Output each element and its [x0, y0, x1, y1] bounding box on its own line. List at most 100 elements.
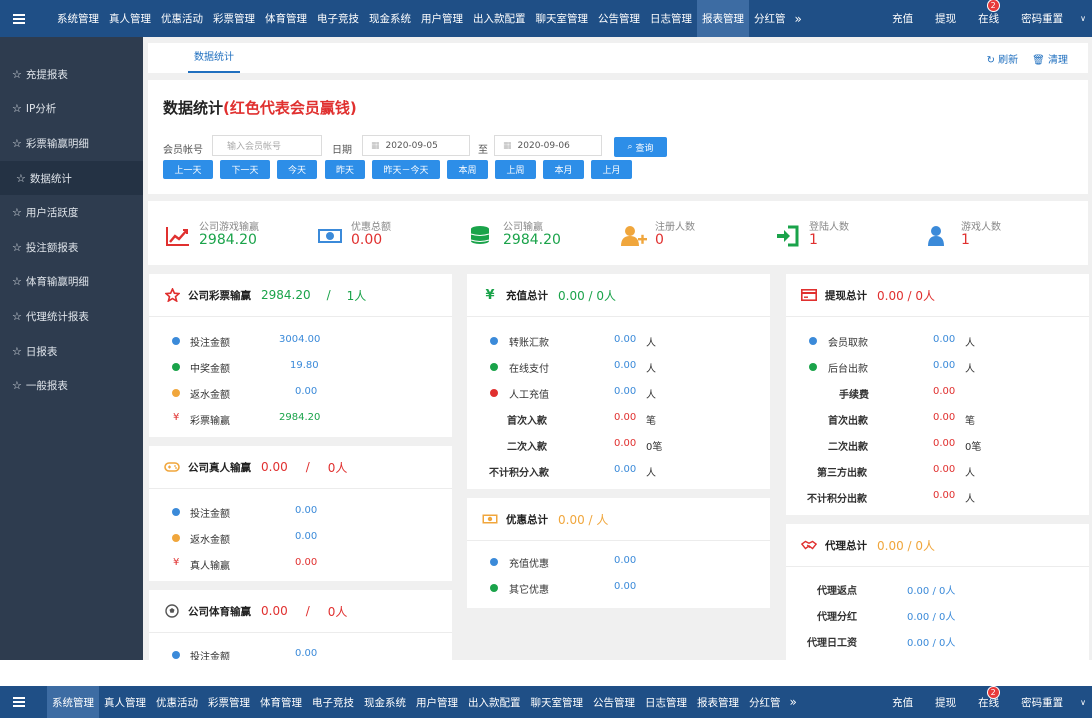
card-title: 充值总计: [506, 289, 548, 302]
credit-card-icon: [801, 288, 817, 302]
yesterday-button[interactable]: 昨天: [325, 160, 365, 179]
next-day-button[interactable]: 下一天: [220, 160, 270, 179]
nav-item-lottery[interactable]: 彩票管理: [203, 686, 255, 718]
list-item: 二次入款 0.00 0笔: [507, 438, 663, 453]
star-icon: ☆: [12, 136, 22, 150]
sign-in-icon: [777, 225, 799, 247]
date-to-input[interactable]: ▦ 2020-09-06: [494, 135, 602, 156]
user-add-icon: [621, 226, 647, 246]
stat-value: 0: [655, 232, 664, 248]
this-week-button[interactable]: 本周: [447, 160, 488, 179]
sidebar-item-agent-report[interactable]: ☆ 代理统计报表: [0, 299, 143, 334]
sidebar-item-daily-report[interactable]: ☆ 日报表: [0, 334, 143, 369]
cash-icon: [318, 229, 342, 243]
promo-card: 优惠总计 0.00 / 人 充值优惠 0.00 其它优惠 0.00: [467, 498, 770, 608]
nav-item-logs[interactable]: 日志管理: [645, 0, 697, 37]
nav-item-promo[interactable]: 优惠活动: [156, 0, 208, 37]
yesterday-today-button[interactable]: 昨天－今天: [372, 160, 440, 179]
nav-item-sports[interactable]: 体育管理: [260, 0, 312, 37]
nav-item-users[interactable]: 用户管理: [411, 686, 463, 718]
sidebar-item-label: 充提报表: [25, 68, 68, 81]
hamburger-icon: [13, 13, 25, 24]
withdraw-card: 提现总计 0.00 / 0人 会员取款 0.00 人 后台出款 0.00 人 手续费 0.…: [786, 274, 1089, 515]
dot-icon: [172, 389, 180, 397]
nav-item-users[interactable]: 用户管理: [416, 0, 468, 37]
star-icon: ☆: [12, 67, 22, 81]
card-people: 0人: [327, 460, 348, 475]
tab-statistics[interactable]: 数据统计: [188, 43, 240, 73]
refresh-icon: ↻: [986, 54, 999, 66]
nav-item-promo[interactable]: 优惠活动: [151, 686, 203, 718]
menu-toggle-button[interactable]: [0, 0, 38, 37]
sidebar-item-recharge-report[interactable]: ☆ 充提报表: [0, 57, 143, 92]
stat-value: 0.00: [351, 232, 383, 248]
this-month-button[interactable]: 本月: [543, 160, 584, 179]
nav-item-live[interactable]: 真人管理: [104, 0, 156, 37]
sports-card: 公司体育输赢 0.00 / 0人 投注金额 0.00: [149, 590, 452, 660]
list-item: 第三方出款 0.00 人: [817, 464, 975, 479]
withdraw-link[interactable]: 提现: [924, 686, 967, 718]
sidebar-item-label: 日报表: [25, 345, 58, 358]
list-item: 在线支付 0.00 人: [467, 354, 770, 380]
stat-value: 1: [809, 232, 818, 248]
sidebar-item-statistics[interactable]: ☆ 数据统计: [0, 160, 143, 196]
nav-item-cash[interactable]: 现金系统: [359, 686, 411, 718]
recharge-link[interactable]: 充值: [881, 686, 924, 718]
nav-more-icon[interactable]: »: [786, 686, 801, 718]
nav-item-lottery[interactable]: 彩票管理: [208, 0, 260, 37]
nav-more-icon[interactable]: »: [791, 0, 806, 37]
list-item: ¥ 真人输赢 0.00: [173, 557, 318, 572]
nav-item-notice[interactable]: 公告管理: [593, 0, 645, 37]
nav-item-notice[interactable]: 公告管理: [588, 686, 640, 718]
nav-item-esports[interactable]: 电子竞技: [307, 686, 359, 718]
online-link[interactable]: 在线 2: [967, 686, 1010, 718]
last-month-button[interactable]: 上月: [591, 160, 632, 179]
withdraw-link[interactable]: 提现: [924, 0, 967, 37]
account-input[interactable]: 输入会员帐号: [212, 135, 322, 156]
nav-item-chatroom[interactable]: 聊天室管理: [526, 686, 589, 718]
nav-item-reports[interactable]: 报表管理: [697, 0, 749, 37]
nav-item-dividend[interactable]: 分红管: [749, 0, 791, 37]
nav-item-esports[interactable]: 电子竞技: [312, 0, 364, 37]
main-nav: 系统管理 真人管理 优惠活动 彩票管理 体育管理 电子竞技 现金系统 用户管理 …: [38, 0, 806, 37]
dot-icon: [490, 337, 498, 345]
card-amount: 0.00: [261, 460, 288, 474]
online-link[interactable]: 在线 2: [967, 0, 1010, 37]
online-label: 在线: [978, 13, 1000, 25]
chevron-down-icon[interactable]: ∨: [1074, 14, 1092, 23]
list-item: 代理分红 0.00 / 0人: [817, 612, 956, 623]
nav-item-cash[interactable]: 现金系统: [364, 0, 416, 37]
nav-item-reports[interactable]: 报表管理: [692, 686, 744, 718]
clear-button[interactable]: 🗑 清理: [1032, 51, 1068, 66]
dot-icon: [490, 558, 498, 566]
nav-item-live[interactable]: 真人管理: [99, 686, 151, 718]
reset-password-link[interactable]: 密码重置: [1010, 0, 1074, 37]
recharge-link[interactable]: 充值: [881, 0, 924, 37]
sidebar-item-user-activity[interactable]: ☆ 用户活跃度: [0, 195, 143, 230]
nav-item-sports[interactable]: 体育管理: [255, 686, 307, 718]
sidebar-item-bet-report[interactable]: ☆ 投注额报表: [0, 230, 143, 265]
menu-toggle-button[interactable]: [0, 686, 38, 718]
card-people: 0人: [327, 604, 348, 619]
sidebar-item-lottery-detail[interactable]: ☆ 彩票输赢明细: [0, 126, 143, 161]
date-from-input[interactable]: ▦ 2020-09-05: [362, 135, 470, 156]
chevron-down-icon[interactable]: ∨: [1074, 698, 1092, 707]
nav-item-payment-config[interactable]: 出入款配置: [468, 0, 531, 37]
search-button[interactable]: ⌕ 查询: [614, 137, 667, 157]
sidebar-item-general-report[interactable]: ☆ 一般报表: [0, 368, 143, 403]
nav-item-dividend[interactable]: 分红管: [744, 686, 786, 718]
sidebar-item-sports-detail[interactable]: ☆ 体育输赢明细: [0, 265, 143, 300]
nav-item-payment-config[interactable]: 出入款配置: [463, 686, 526, 718]
top-right-nav: 充值 提现 在线 2 密码重置 ∨: [881, 0, 1092, 37]
today-button[interactable]: 今天: [277, 160, 317, 179]
nav-item-system[interactable]: 系统管理: [47, 686, 99, 718]
prev-day-button[interactable]: 上一天: [163, 160, 213, 179]
list-item: 手续费 0.00: [839, 386, 956, 401]
last-week-button[interactable]: 上周: [495, 160, 536, 179]
reset-password-link[interactable]: 密码重置: [1010, 686, 1074, 718]
sidebar-item-ip-analysis[interactable]: ☆ IP分析: [0, 92, 143, 127]
refresh-button[interactable]: ↻ 刷新: [987, 51, 1019, 66]
nav-item-logs[interactable]: 日志管理: [640, 686, 692, 718]
nav-item-system[interactable]: 系统管理: [52, 0, 104, 37]
nav-item-chatroom[interactable]: 聊天室管理: [531, 0, 594, 37]
